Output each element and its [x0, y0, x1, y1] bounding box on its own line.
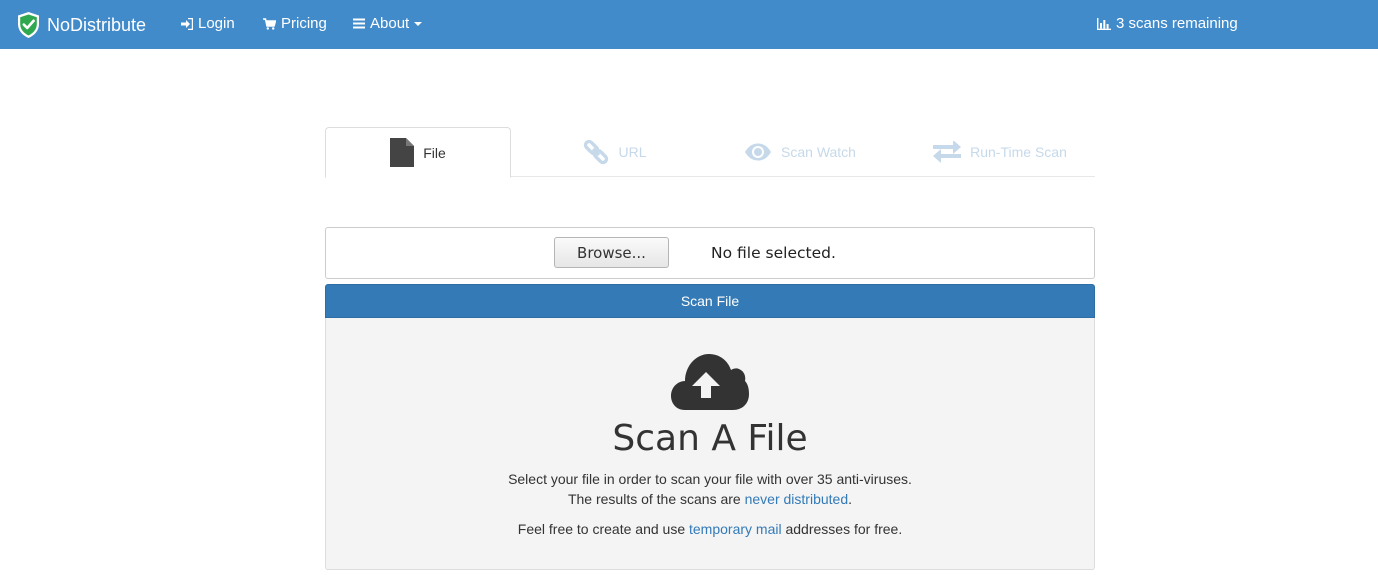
browse-button[interactable]: Browse... [554, 237, 669, 268]
brand-name: NoDistribute [47, 14, 147, 35]
menu-bars-icon [353, 18, 365, 29]
panel-description-line-1: Select your file in order to scan your f… [508, 471, 912, 487]
file-status-text: No file selected. [711, 244, 836, 262]
top-navbar: NoDistribute Login Pricing About 3 scans… [0, 0, 1378, 49]
file-icon [390, 138, 415, 167]
tab-file[interactable]: File [325, 127, 511, 178]
nav-login-link[interactable]: Login [181, 15, 235, 32]
shopping-cart-icon [263, 17, 276, 30]
tab-run-time-scan[interactable]: Run-Time Scan [925, 127, 1075, 177]
never-distributed-link[interactable]: never distributed [745, 491, 849, 507]
panel-description-line-2: The results of the scans are never distr… [326, 491, 1094, 507]
scan-info-panel: Scan A File Select your file in order to… [325, 318, 1095, 570]
scans-remaining-label: 3 scans remaining [1116, 15, 1238, 32]
nav-pricing-link[interactable]: Pricing [263, 15, 327, 32]
line3-prefix: Feel free to create and use [517, 521, 689, 537]
panel-title: Scan A File [612, 418, 808, 459]
nav-pricing-label: Pricing [281, 15, 327, 32]
nav-about-label: About [370, 15, 410, 32]
tab-url-label: URL [618, 144, 647, 160]
temporary-mail-link[interactable]: temporary mail [689, 521, 782, 537]
tab-url[interactable]: URL [565, 127, 665, 177]
scan-type-tabs: File URL Scan Watch Run-Time Scan [325, 127, 1095, 178]
file-input-box[interactable]: Browse... No file selected. [325, 227, 1095, 279]
shield-logo-icon [18, 12, 39, 38]
scan-file-button[interactable]: Scan File [325, 284, 1095, 318]
caret-down-icon [414, 21, 423, 26]
sign-in-icon [181, 17, 193, 30]
tab-run-time-scan-label: Run-Time Scan [970, 144, 1067, 160]
eye-icon [745, 143, 772, 161]
scans-remaining: 3 scans remaining [1097, 15, 1238, 32]
tab-scan-watch-label: Scan Watch [781, 144, 856, 160]
line2-prefix: The results of the scans are [567, 491, 745, 507]
bar-chart-icon [1097, 17, 1111, 30]
panel-description-line-3: Feel free to create and use temporary ma… [326, 521, 1094, 537]
brand-link[interactable]: NoDistribute [16, 10, 146, 40]
nav-about-dropdown[interactable]: About [353, 15, 423, 32]
tab-file-label: File [423, 144, 446, 161]
line2-suffix: . [848, 491, 853, 507]
exchange-icon [933, 141, 962, 163]
line3-suffix: addresses for free. [781, 521, 903, 537]
cloud-upload-icon [671, 354, 749, 410]
nav-login-label: Login [198, 15, 235, 32]
tab-scan-watch[interactable]: Scan Watch [735, 127, 865, 177]
link-icon [584, 139, 609, 165]
